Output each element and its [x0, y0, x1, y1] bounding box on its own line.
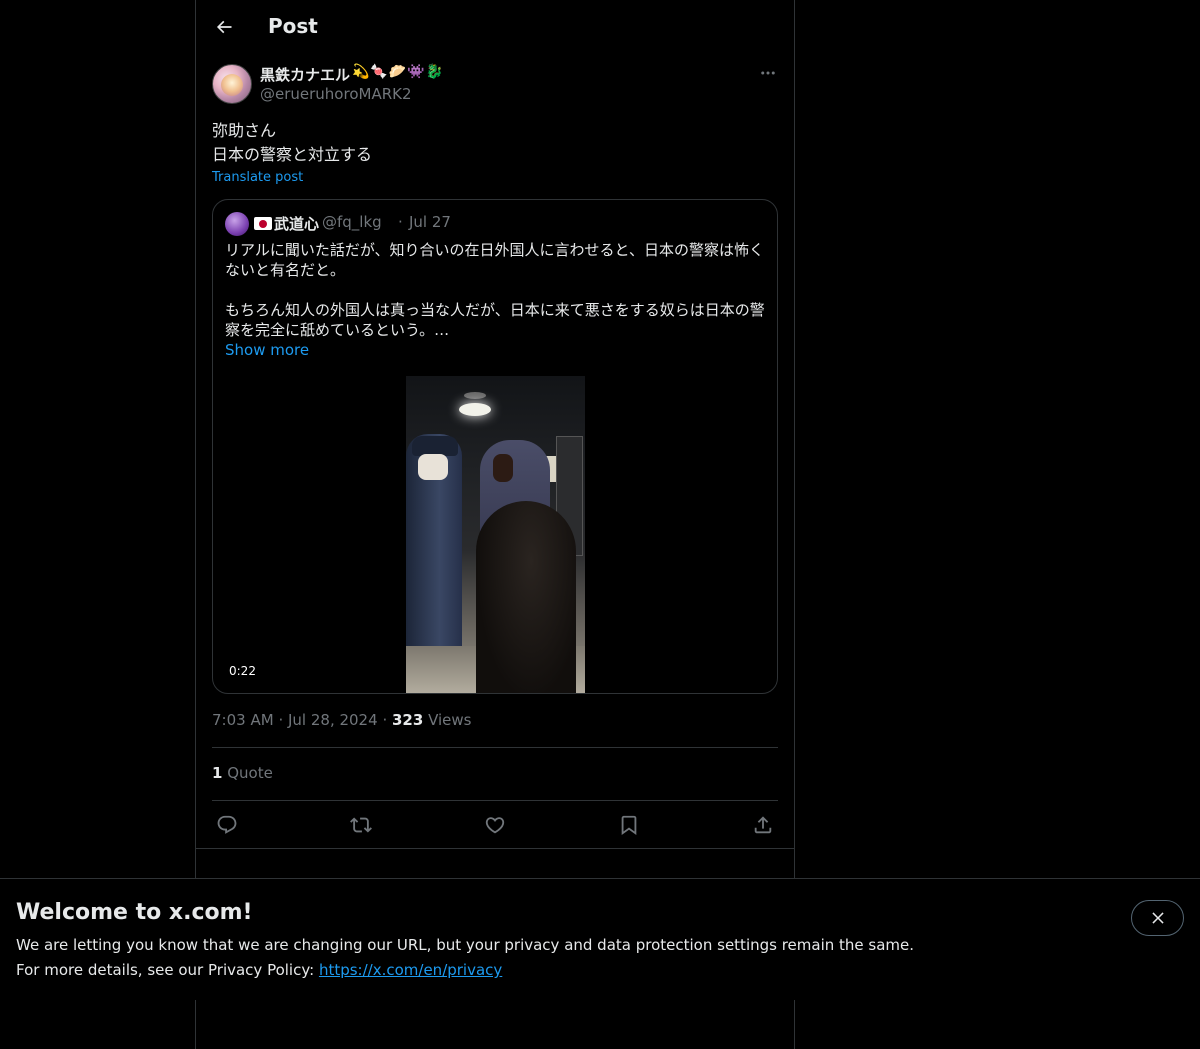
views-count: 323 [391, 711, 424, 729]
header: Post [196, 0, 794, 54]
show-more-link[interactable]: Show more [225, 341, 309, 359]
post-author: 黒鉄カナエル 💫🍬🥟👾🐉 @erueruhoroMARK2 [212, 64, 778, 108]
post-text-line: 日本の警察と対立する [212, 145, 373, 164]
translate-post-link[interactable]: Translate post [212, 170, 303, 185]
banner-text-prefix: For more details, see our Privacy Policy… [16, 961, 319, 979]
post-text: 弥助さん 日本の警察と対立する [212, 119, 372, 167]
quoted-avatar [225, 212, 249, 236]
divider [212, 747, 778, 748]
post-meta: 7:03 AM · Jul 28, 2024 · 323 Views [212, 711, 472, 729]
close-icon [1151, 912, 1164, 924]
banner-close-button[interactable] [1131, 900, 1184, 936]
like-icon [485, 817, 505, 834]
back-arrow-icon [216, 20, 232, 34]
privacy-policy-link[interactable]: https://x.com/en/privacy [319, 961, 502, 979]
avatar[interactable] [212, 64, 252, 104]
more-icon [761, 71, 775, 75]
post-date[interactable]: Jul 28, 2024 [288, 711, 378, 729]
quoted-text: リアルに聞いた話だが、知り合いの在日外国人に言わせると、日本の警察は怖く ないと… [225, 241, 765, 339]
author-name[interactable]: 黒鉄カナエル [260, 64, 350, 85]
japan-flag-icon [254, 217, 272, 230]
banner-title: Welcome to x.com! [16, 900, 253, 925]
video-player[interactable] [406, 376, 585, 693]
post-text-line: 弥助さん [212, 121, 277, 140]
quotes-count: 1 [212, 764, 223, 782]
quoted-date: Jul 27 [409, 213, 451, 231]
quoted-post[interactable]: 武道心 @fq_lkg · Jul 27 リアルに聞いた話だが、知り合いの在日外… [212, 199, 778, 694]
share-button[interactable] [748, 810, 778, 840]
quoted-author-name: 武道心 [274, 215, 320, 233]
quoted-author-handle: @fq_lkg [322, 213, 382, 231]
post-time[interactable]: 7:03 AM [212, 711, 274, 729]
quotes-link[interactable]: 1 Quote [212, 764, 273, 782]
banner-text: We are letting you know that we are chan… [16, 936, 915, 954]
divider [212, 800, 778, 801]
reply-button[interactable] [212, 810, 242, 840]
action-bar [212, 810, 778, 840]
share-icon [754, 816, 772, 834]
video-duration: 0:22 [225, 661, 260, 681]
divider [196, 848, 794, 849]
reply-icon [217, 815, 237, 834]
views-label: Views [428, 711, 472, 729]
page-title: Post [268, 14, 318, 38]
back-button[interactable] [208, 11, 240, 43]
separator-dot: · [398, 213, 403, 231]
repost-icon [350, 817, 372, 833]
author-name-emojis: 💫🍬🥟👾🐉 [352, 64, 445, 80]
like-button[interactable] [480, 810, 510, 840]
quotes-label: Quote [227, 764, 273, 782]
url-change-banner: Welcome to x.com! We are letting you kno… [0, 878, 1200, 1000]
author-handle[interactable]: @erueruhoroMARK2 [260, 85, 412, 103]
bookmark-icon [621, 815, 637, 836]
bookmark-button[interactable] [614, 810, 644, 840]
more-button[interactable] [758, 64, 778, 84]
repost-button[interactable] [346, 810, 376, 840]
banner-text: For more details, see our Privacy Policy… [16, 961, 502, 979]
